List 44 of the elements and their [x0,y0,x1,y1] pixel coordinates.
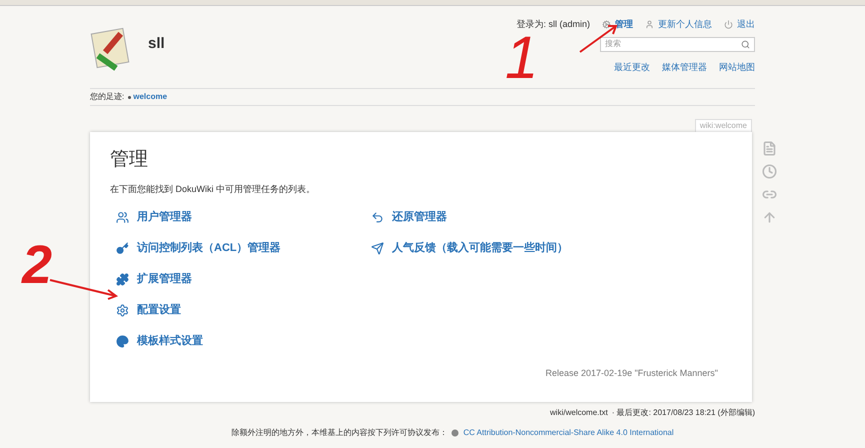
license-text: 除额外注明的地方外，本维基上的内容按下列许可协议发布： [231,427,448,439]
undo-icon [371,210,384,224]
site-tool-link[interactable]: 媒体管理器 [662,60,707,74]
handwritten-digit: 1 [505,28,538,88]
last-modified: · 最后更改: 2017/08/23 18:21 (外部编辑) [612,407,755,419]
login-status: 登录为: sll (admin) [516,18,590,31]
site-title[interactable]: sll [148,32,165,56]
clock-icon[interactable] [762,164,777,179]
admin-tool-link[interactable]: 配置设置 [116,301,365,319]
license-link[interactable]: CC Attribution-Noncommercial-Share Alike 4.0 International [451,427,674,439]
site-tool-link[interactable]: 最近更改 [614,60,650,74]
breadcrumbs-label: 您的足迹: [90,91,124,103]
admin-tool-link[interactable]: 扩展管理器 [116,270,365,288]
page-id: wiki:welcome [694,119,752,132]
version-text: Release 2017-02-19e "Frusterick Manners" [546,366,718,380]
cc-icon [451,429,460,437]
admin-tool-link[interactable]: 人气反馈（载入可能需要一些时间） [371,239,620,257]
user-link[interactable]: 管理 [602,18,633,32]
search-field[interactable]: 搜索 [600,36,755,52]
user-icon [645,20,654,30]
puzzle-icon [116,272,129,286]
palette-icon [116,334,129,348]
settings-icon [116,304,129,316]
handwritten-digit: 2 [22,238,52,292]
power-icon [724,20,733,30]
intro-text: 在下面您能找到 DokuWiki 中可用管理任务的列表。 [110,182,316,196]
user-link[interactable]: 更新个人信息 [645,18,712,32]
search-input[interactable]: 搜索 [605,38,741,50]
document-icon[interactable] [762,141,777,156]
doc-filename: wiki/welcome.txt [550,407,608,419]
admin-tool-link[interactable]: 还原管理器 [371,208,620,226]
send-icon [371,242,384,254]
admin-tool-link[interactable]: 访问控制列表（ACL）管理器 [116,239,365,257]
admin-tool-link[interactable]: 模板样式设置 [116,332,365,350]
bullet-icon [128,96,132,98]
search-icon[interactable] [741,40,750,48]
breadcrumb-link[interactable]: welcome [128,91,168,103]
key-icon [116,242,129,254]
site-tool-link[interactable]: 网站地图 [719,60,755,74]
page-title: 管理 [110,148,149,172]
users-icon [116,210,129,224]
user-link[interactable]: 退出 [724,18,755,32]
admin-tool-link[interactable]: 用户管理器 [116,208,365,226]
settings-icon [602,20,611,30]
